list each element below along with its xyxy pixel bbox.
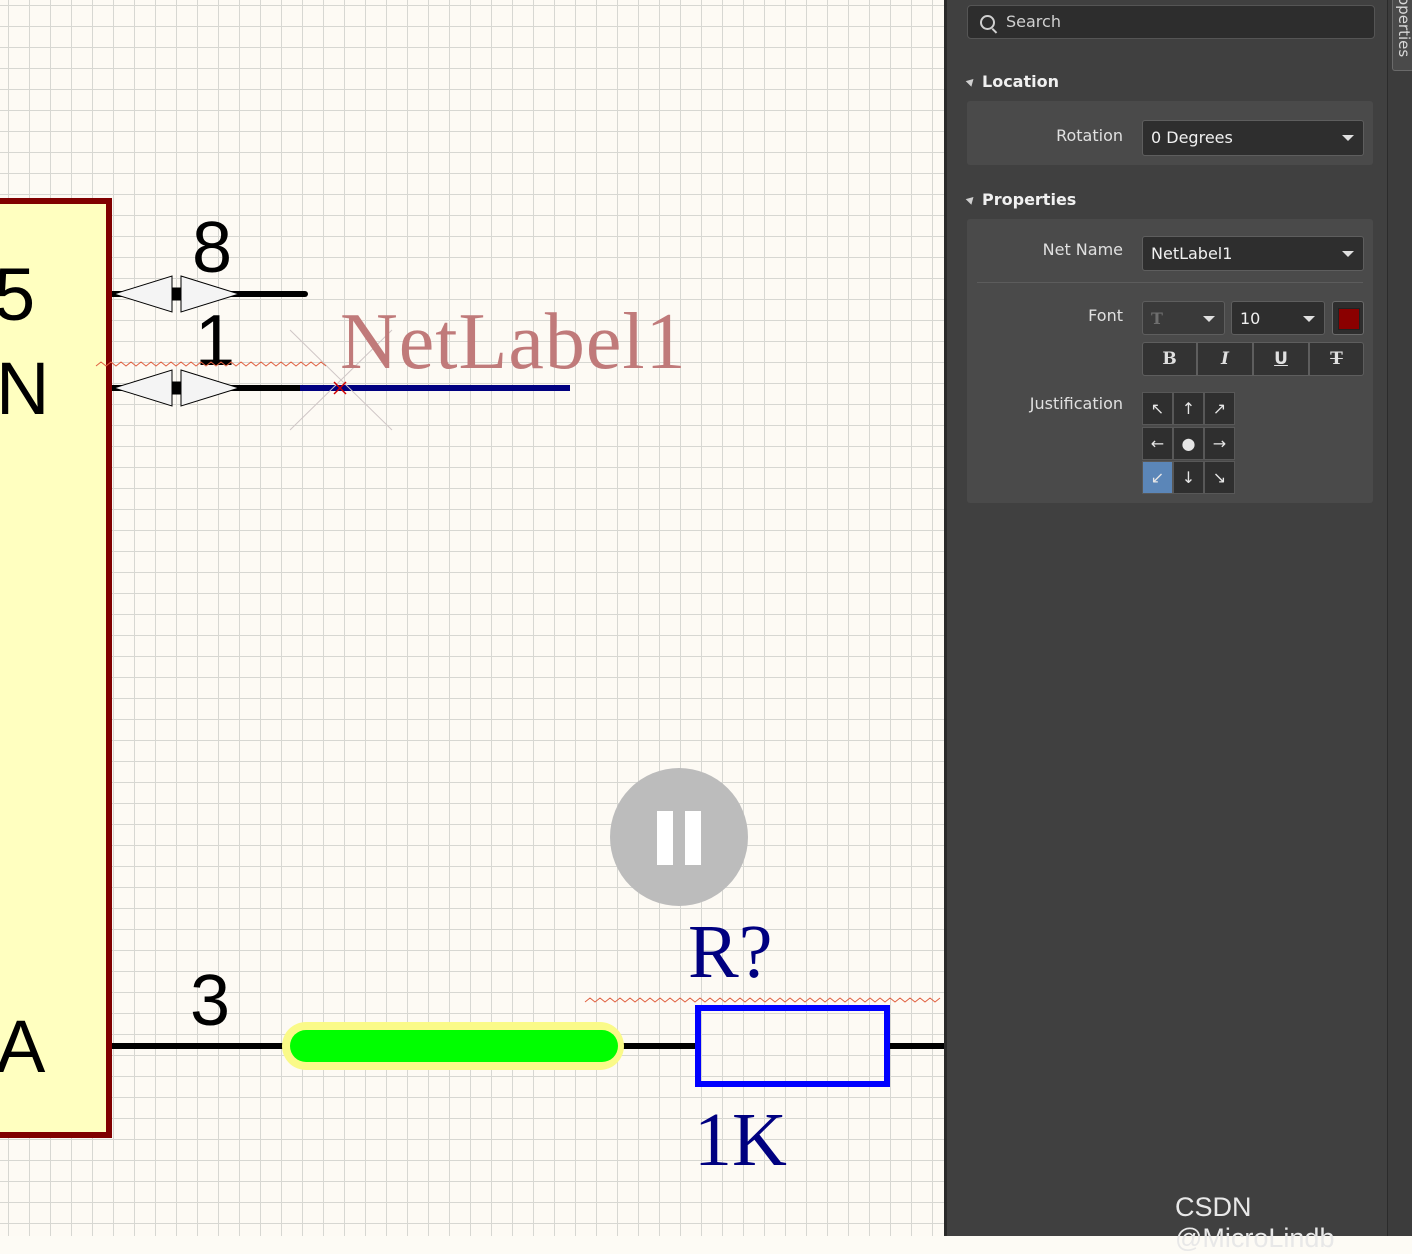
watermark: CSDN @MicroLindb [1175, 1192, 1335, 1253]
justify-center-right-icon[interactable]: → [1204, 427, 1235, 460]
location-section: Rotation 0 Degrees [967, 101, 1373, 165]
rotation-value: 0 Degrees [1151, 128, 1233, 147]
resistor-designator[interactable]: R? [688, 914, 772, 990]
rotation-dropdown[interactable]: 0 Degrees [1142, 120, 1364, 156]
schematic-canvas[interactable]: 5 N A 8 1 3 NetLabel1 R? 1K [0, 0, 944, 1236]
properties-side-tab-label: operties [1395, 0, 1412, 58]
justify-top-center-icon[interactable]: ↑ [1173, 392, 1204, 425]
resistor-error-squiggle [584, 997, 941, 1003]
rotation-label: Rotation [1056, 126, 1123, 145]
justify-bottom-left-icon[interactable]: ↙ [1142, 461, 1173, 494]
search-placeholder: Search [1006, 12, 1061, 31]
justify-top-right-icon[interactable]: ↗ [1204, 392, 1235, 425]
font-size-value: 10 [1240, 309, 1261, 328]
properties-title: Properties [982, 190, 1077, 209]
pin-8-io-arrow-icon [112, 275, 241, 313]
font-color-button[interactable] [1332, 301, 1364, 335]
properties-panel: Search Location Rotation 0 Degrees Prope… [944, 0, 1387, 1236]
justify-top-left-icon[interactable]: ↖ [1142, 392, 1173, 425]
error-squiggle [95, 361, 327, 367]
properties-side-tab[interactable]: operties [1392, 0, 1412, 71]
chevron-down-icon [1342, 251, 1354, 257]
justify-center-icon[interactable]: ● [1173, 427, 1204, 460]
resistor-value[interactable]: 1K [694, 1102, 787, 1178]
net-name-label: Net Name [1042, 240, 1123, 259]
resistor-body[interactable] [695, 1005, 890, 1087]
collapse-triangle-icon [965, 76, 977, 87]
chevron-down-icon [1303, 316, 1315, 322]
panel-side-strip [1387, 0, 1412, 1236]
underline-button[interactable]: U [1253, 342, 1309, 376]
pin-1-io-arrow-icon [112, 369, 241, 407]
net-name-dropdown[interactable]: NetLabel1 [1142, 236, 1364, 271]
font-size-dropdown[interactable]: 10 [1231, 301, 1325, 335]
justify-center-left-icon[interactable]: ← [1142, 427, 1173, 460]
chevron-down-icon [1342, 135, 1354, 141]
font-color-swatch [1338, 308, 1360, 330]
justification-grid: ↖ ↑ ↗ ← ● → ↙ ↓ ↘ [1142, 392, 1236, 495]
pause-icon [657, 811, 673, 865]
pause-icon-bar [685, 811, 701, 865]
justification-label: Justification [1029, 394, 1123, 413]
strikethrough-button[interactable]: T [1309, 342, 1364, 376]
pause-button[interactable] [610, 768, 748, 906]
chevron-down-icon [1203, 316, 1215, 322]
highlighted-wire-core [290, 1030, 618, 1062]
italic-button[interactable]: I [1197, 342, 1253, 376]
justify-bottom-right-icon[interactable]: ↘ [1204, 461, 1235, 494]
net-label-text[interactable]: NetLabel1 [340, 302, 687, 382]
search-icon [980, 15, 995, 30]
net-name-value: NetLabel1 [1151, 244, 1233, 263]
bold-button[interactable]: B [1142, 342, 1197, 376]
collapse-triangle-icon [965, 194, 977, 205]
font-label: Font [1088, 306, 1123, 325]
location-section-header[interactable]: Location [965, 72, 1059, 91]
justify-bottom-center-icon[interactable]: ↓ [1173, 461, 1204, 494]
search-input[interactable]: Search [967, 5, 1375, 39]
properties-section-header[interactable]: Properties [965, 190, 1077, 209]
location-title: Location [982, 72, 1059, 91]
font-family-dropdown[interactable]: T [1142, 301, 1225, 335]
divider [977, 282, 1363, 283]
pin-8-endpoint [302, 291, 308, 297]
font-family-icon: T [1151, 309, 1163, 328]
